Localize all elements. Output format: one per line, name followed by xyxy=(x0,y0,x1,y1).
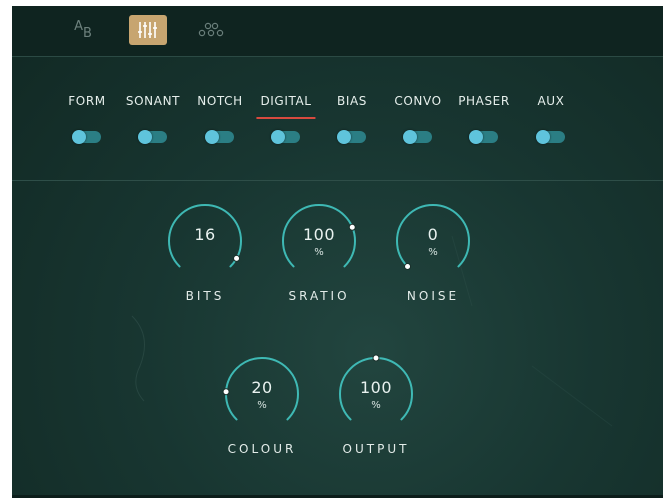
knob-label: COLOUR xyxy=(227,442,297,456)
toggle-notch[interactable] xyxy=(205,130,234,144)
mixer-sliders-icon xyxy=(138,22,157,38)
mixer-button[interactable] xyxy=(129,15,167,45)
tab-bias[interactable]: BIAS xyxy=(337,94,367,114)
toggle-knob xyxy=(403,130,417,144)
toggle-knob xyxy=(337,130,351,144)
tab-aux[interactable]: AUX xyxy=(537,94,564,114)
knob-label: SRATIO xyxy=(288,289,350,303)
toggle-knob xyxy=(205,130,219,144)
knob-value: 16 xyxy=(194,225,216,244)
tab-notch[interactable]: NOTCH xyxy=(197,94,242,114)
toggle-knob xyxy=(138,130,152,144)
ab-a-glyph: A xyxy=(74,18,83,34)
knob-label: BITS xyxy=(185,289,225,303)
toggle-aux[interactable] xyxy=(536,130,565,144)
knob-value: 100 xyxy=(359,378,393,397)
knob-label: OUTPUT xyxy=(342,442,410,456)
tab-phaser[interactable]: PHASER xyxy=(458,94,510,114)
toggle-knob xyxy=(72,130,86,144)
ab-compare-icon: AB xyxy=(74,19,92,41)
toggle-sonant[interactable] xyxy=(138,130,167,144)
tab-convo[interactable]: CONVO xyxy=(394,94,441,114)
toggle-form[interactable] xyxy=(72,130,101,144)
tab-digital[interactable]: DIGITAL xyxy=(256,94,316,119)
knob-value: 20 xyxy=(251,378,273,397)
knob-unit: % xyxy=(314,247,324,258)
ab-b-glyph: B xyxy=(82,25,92,41)
knob-noise[interactable]: 0 % NOISE xyxy=(388,196,478,316)
tab-sonant[interactable]: SONANT xyxy=(126,94,180,114)
toolbar: AB xyxy=(12,6,663,57)
knob-label: NOISE xyxy=(406,289,460,303)
knob-unit: % xyxy=(257,400,267,411)
toggle-convo[interactable] xyxy=(403,130,432,144)
knob-unit: % xyxy=(428,247,438,258)
nodes-icon xyxy=(198,22,224,37)
toggle-bias[interactable] xyxy=(337,130,366,144)
knob-value: 0 xyxy=(427,225,439,244)
section-divider xyxy=(12,180,663,181)
knob-unit: % xyxy=(371,400,381,411)
toggle-digital[interactable] xyxy=(271,130,300,144)
knob-colour[interactable]: 20 % COLOUR xyxy=(217,349,307,469)
knob-output[interactable]: 100 % OUTPUT xyxy=(331,349,421,469)
knob-value: 100 xyxy=(302,225,336,244)
toggle-phaser[interactable] xyxy=(469,130,498,144)
knob-indicator xyxy=(372,354,380,362)
ab-compare-button[interactable]: AB xyxy=(64,15,102,45)
toggle-knob xyxy=(271,130,285,144)
plugin-window: AB FORM SONANT NOTCH DIGITAL BIAS CONVO … xyxy=(12,6,663,498)
knob-bits[interactable]: 16 BITS xyxy=(160,196,250,316)
knob-indicator xyxy=(404,262,412,270)
knob-sratio[interactable]: 100 % SRATIO xyxy=(274,196,364,316)
toggle-knob xyxy=(536,130,550,144)
tab-form[interactable]: FORM xyxy=(68,94,105,114)
nodes-button[interactable] xyxy=(193,15,231,45)
toggle-knob xyxy=(469,130,483,144)
knob-indicator xyxy=(233,254,241,262)
